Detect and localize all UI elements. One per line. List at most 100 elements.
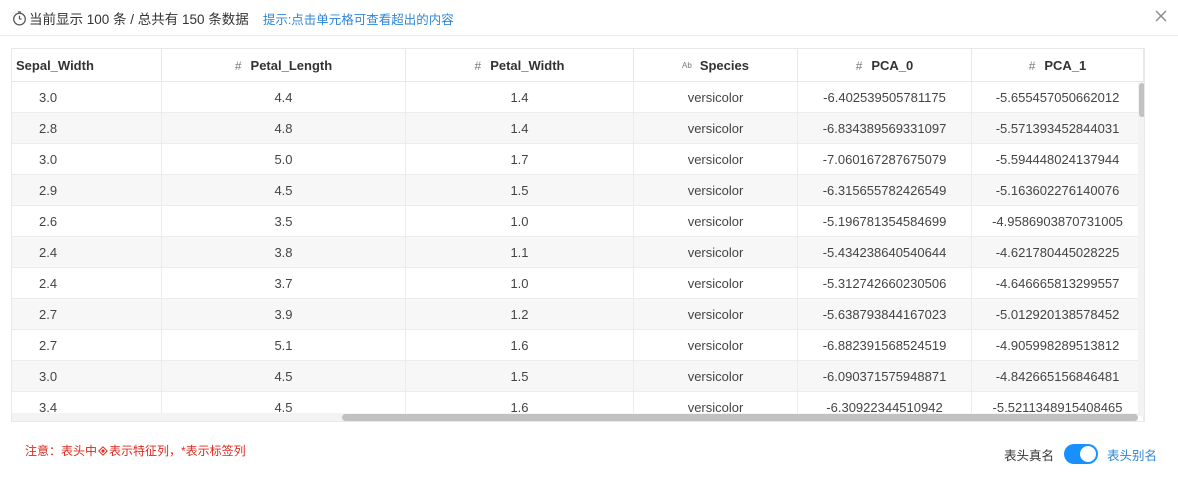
table-row: 2.7 5.1 1.6 versicolor -6.882391568524519 -4.… [12, 330, 1144, 361]
table-row: 2.6 3.5 1.0 versicolor -5.196781354584699 -4.… [12, 206, 1144, 237]
table-cell[interactable]: 1.7 [406, 144, 634, 174]
column-header-sepal-width[interactable]: Sepal_Width [12, 49, 162, 82]
table-cell[interactable]: -5.312742660230506 [798, 268, 972, 298]
table-cell[interactable]: -5.594448024137944 [972, 144, 1144, 174]
table-cell[interactable]: 2.8 [12, 113, 162, 143]
header-name-toggle-group: 表头真名 表头别名 [1004, 443, 1157, 465]
hash-icon: # [855, 58, 863, 73]
table-cell[interactable]: 1.0 [406, 206, 634, 236]
table-cell[interactable]: -5.434238640540644 [798, 237, 972, 267]
table-cell[interactable]: 4.4 [162, 82, 406, 112]
vertical-scrollbar-thumb[interactable] [1139, 83, 1144, 117]
alias-header-name-label: 表头别名 [1106, 448, 1157, 463]
table-cell[interactable]: -4.621780445028225 [972, 237, 1144, 267]
table-cell[interactable]: -7.060167287675079 [798, 144, 972, 174]
table-cell[interactable]: versicolor [634, 268, 798, 298]
table-cell[interactable]: 1.6 [406, 330, 634, 360]
table-cell[interactable]: -5.655457050662012 [972, 82, 1144, 112]
table-cell[interactable]: versicolor [634, 113, 798, 143]
table-cell[interactable]: 3.0 [12, 144, 162, 174]
table-cell[interactable]: 4.8 [162, 113, 406, 143]
table-cell[interactable]: -5.571393452844031 [972, 113, 1144, 143]
table-cell[interactable]: -6.882391568524519 [798, 330, 972, 360]
table-cell[interactable]: 2.7 [12, 299, 162, 329]
table-cell[interactable]: versicolor [634, 361, 798, 391]
dialog-header: 当前显示 100 条 / 总共有 150 条数据 提示:点击单元格可查看超出的内… [0, 0, 1178, 36]
table-cell[interactable]: -4.9586903870731005 [972, 206, 1144, 236]
column-header-label: PCA_0 [871, 58, 914, 73]
table-header: Sepal_Width # Petal_Length # Petal_Width… [12, 49, 1144, 82]
table-cell[interactable]: 1.5 [406, 175, 634, 205]
table-cell[interactable]: versicolor [634, 144, 798, 174]
switch-knob [1079, 446, 1096, 462]
table-row: 3.0 4.4 1.4 versicolor -6.402539505781175 -5.… [12, 82, 1144, 113]
header-info: 当前显示 100 条 / 总共有 150 条数据 提示:点击单元格可查看超出的内… [12, 9, 454, 27]
table-cell[interactable]: 1.4 [406, 113, 634, 143]
data-preview-table: Sepal_Width # Petal_Length # Petal_Width… [11, 48, 1145, 422]
table-cell[interactable]: 3.0 [12, 361, 162, 391]
table-cell[interactable]: -4.646665813299557 [972, 268, 1144, 298]
table-row: 2.9 4.5 1.5 versicolor -6.315655782426549 -5.… [12, 175, 1144, 206]
table-cell[interactable]: -6.315655782426549 [798, 175, 972, 205]
vertical-scrollbar[interactable] [1138, 82, 1144, 416]
table-cell[interactable]: -5.638793844167023 [798, 299, 972, 329]
column-header-pca-0[interactable]: # PCA_0 [798, 49, 972, 82]
column-header-label: Petal_Length [250, 58, 333, 73]
table-cell[interactable]: 3.0 [12, 82, 162, 112]
hash-icon: # [1028, 58, 1036, 73]
column-header-label: Species [699, 58, 749, 73]
table-cell[interactable]: versicolor [634, 330, 798, 360]
column-header-label: Petal_Width [490, 58, 565, 73]
close-icon[interactable] [1154, 9, 1168, 23]
table-cell[interactable]: 3.5 [162, 206, 406, 236]
table-row: 2.8 4.8 1.4 versicolor -6.834389569331097 -5.… [12, 113, 1144, 144]
table-cell[interactable]: 2.4 [12, 237, 162, 267]
table-cell[interactable]: 2.7 [12, 330, 162, 360]
table-cell[interactable]: 3.9 [162, 299, 406, 329]
table-cell[interactable]: -6.834389569331097 [798, 113, 972, 143]
hash-icon: # [474, 58, 482, 73]
table-cell[interactable]: 3.7 [162, 268, 406, 298]
horizontal-scrollbar-thumb[interactable] [342, 414, 1138, 421]
table-cell[interactable]: 4.5 [162, 175, 406, 205]
header-alias-switch[interactable] [1063, 444, 1098, 464]
feature-diamond-icon [98, 445, 108, 456]
table-cell[interactable]: 1.2 [406, 299, 634, 329]
table-cell[interactable]: 4.5 [162, 361, 406, 391]
table-cell[interactable]: 1.0 [406, 268, 634, 298]
table-cell[interactable]: 2.4 [12, 268, 162, 298]
column-header-petal-width[interactable]: # Petal_Width [406, 49, 634, 82]
column-header-label: PCA_1 [1044, 58, 1087, 73]
table-cell[interactable]: versicolor [634, 299, 798, 329]
note-prefix: 注意：表头中 [25, 444, 98, 458]
table-cell[interactable]: -5.012920138578452 [972, 299, 1144, 329]
table-row: 2.4 3.7 1.0 versicolor -5.312742660230506 -4.… [12, 268, 1144, 299]
table-cell[interactable]: 3.8 [162, 237, 406, 267]
table-cell[interactable]: 5.1 [162, 330, 406, 360]
table-cell[interactable]: versicolor [634, 237, 798, 267]
table-cell[interactable]: -4.842665156846481 [972, 361, 1144, 391]
table-cell[interactable]: 1.5 [406, 361, 634, 391]
table-body: 3.0 4.4 1.4 versicolor -6.402539505781175 -5.… [12, 82, 1144, 421]
column-header-species[interactable]: Ab Species [634, 49, 798, 82]
table-cell[interactable]: -4.905998289513812 [972, 330, 1144, 360]
table-row: 3.0 5.0 1.7 versicolor -7.060167287675079 -5.… [12, 144, 1144, 175]
hash-icon: # [234, 58, 242, 73]
text-type-icon: Ab [682, 61, 692, 70]
table-cell[interactable]: 1.1 [406, 237, 634, 267]
table-cell[interactable]: 2.9 [12, 175, 162, 205]
table-cell[interactable]: 1.4 [406, 82, 634, 112]
table-cell[interactable]: versicolor [634, 206, 798, 236]
table-cell[interactable]: 5.0 [162, 144, 406, 174]
table-cell[interactable]: -6.402539505781175 [798, 82, 972, 112]
table-cell[interactable]: versicolor [634, 82, 798, 112]
column-header-petal-length[interactable]: # Petal_Length [162, 49, 406, 82]
horizontal-scrollbar[interactable] [12, 413, 1138, 421]
table-cell[interactable]: -6.090371575948871 [798, 361, 972, 391]
table-cell[interactable]: versicolor [634, 175, 798, 205]
record-count-text: 当前显示 100 条 / 总共有 150 条数据 [29, 12, 249, 27]
table-cell[interactable]: -5.196781354584699 [798, 206, 972, 236]
column-header-pca-1[interactable]: # PCA_1 [972, 49, 1144, 82]
table-cell[interactable]: 2.6 [12, 206, 162, 236]
table-cell[interactable]: -5.163602276140076 [972, 175, 1144, 205]
